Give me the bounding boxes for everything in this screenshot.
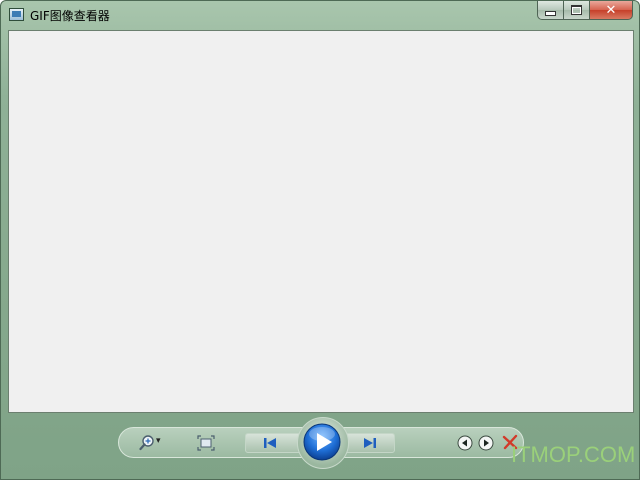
fit-to-window-icon	[197, 435, 215, 451]
rotate-right-icon	[478, 435, 494, 451]
title-bar[interactable]: GIF图像查看器 ✕	[1, 1, 639, 29]
image-viewport[interactable]	[8, 30, 634, 413]
zoom-dropdown-icon[interactable]: ▾	[156, 436, 161, 446]
maximize-button[interactable]	[563, 1, 589, 20]
rotate-left-icon	[457, 435, 473, 451]
fit-to-window-button[interactable]	[197, 435, 215, 451]
previous-button[interactable]	[261, 435, 279, 451]
zoom-button[interactable]: ▾	[139, 434, 161, 452]
rotate-right-button[interactable]	[478, 435, 494, 451]
close-icon: ✕	[605, 2, 617, 18]
next-icon	[364, 438, 376, 448]
maximize-icon	[571, 5, 582, 15]
minimize-icon	[545, 10, 556, 16]
play-button[interactable]	[303, 423, 341, 461]
caption-buttons: ✕	[537, 1, 633, 21]
play-icon	[303, 423, 341, 461]
app-icon[interactable]	[9, 8, 24, 21]
watermark-text: ITMOP.COM	[511, 442, 636, 467]
next-button[interactable]	[361, 435, 379, 451]
window-title: GIF图像查看器	[30, 9, 110, 23]
close-button[interactable]: ✕	[589, 1, 633, 20]
app-window: GIF图像查看器 ✕ ▾ ITMOP.COM	[0, 0, 640, 480]
previous-icon	[264, 438, 276, 448]
minimize-button[interactable]	[537, 1, 563, 20]
rotate-left-button[interactable]	[457, 435, 473, 451]
